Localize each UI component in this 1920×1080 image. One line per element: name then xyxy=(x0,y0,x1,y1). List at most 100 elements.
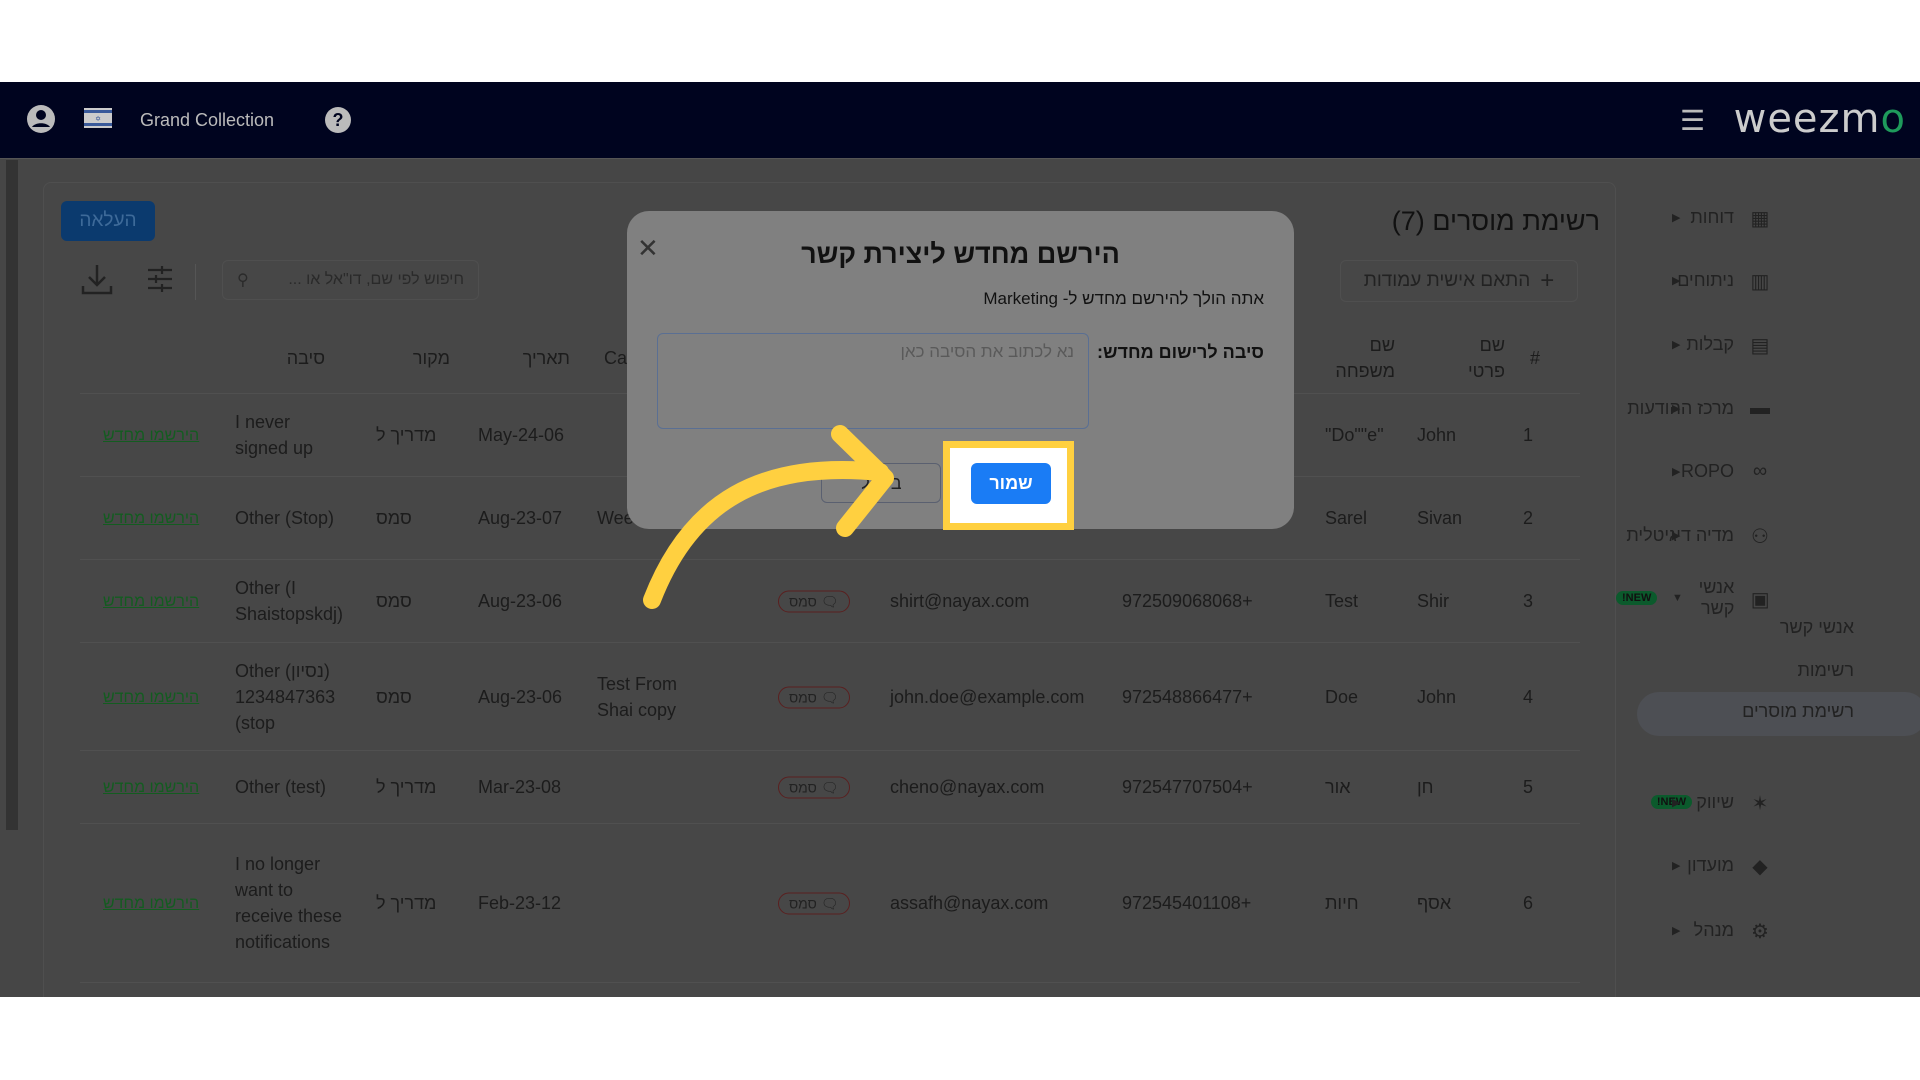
cell-last-wrap: חיות xyxy=(1325,890,1505,916)
gear-icon: ⚙ xyxy=(1751,921,1769,943)
cell-last: "Do""e" xyxy=(1325,425,1384,445)
resubscribe-link[interactable]: הירשמו מחדש xyxy=(103,895,199,912)
header-num[interactable]: # xyxy=(1520,345,1540,371)
customize-columns-button[interactable]: + התאם אישית עמודות xyxy=(1340,260,1578,302)
cell-phone: 972509068068+ xyxy=(1122,591,1253,611)
cell-phone: 972548866477+ xyxy=(1122,686,1253,707)
modal-subtitle: אתה הולך להירשם מחדש ל- Marketing xyxy=(983,289,1264,308)
org-name[interactable]: Grand Collection xyxy=(140,110,274,131)
sidebar-subitem-1[interactable]: רשימות xyxy=(1797,660,1854,681)
header-reason[interactable]: סיבה xyxy=(235,345,325,371)
resubscribe-link[interactable]: הירשמו מחדש xyxy=(103,689,199,706)
save-button[interactable]: שמור xyxy=(971,463,1051,504)
download-icon[interactable] xyxy=(80,262,114,296)
header-source[interactable]: מקור xyxy=(380,345,450,371)
sidebar-item-1[interactable]: ▥ ניתוחים ▶ xyxy=(1616,255,1920,305)
cell-source-wrap: סמס xyxy=(376,505,556,531)
upload-button[interactable]: העלאה xyxy=(61,201,155,241)
sidebar-item-label: מנהל xyxy=(1693,919,1734,940)
weezmo-logo: weezmo xyxy=(1733,96,1906,142)
header-first[interactable]: שם פרטי xyxy=(1445,332,1505,384)
sidebar-item-2[interactable]: ▤ קבלות ▶ xyxy=(1616,319,1920,369)
cell-source-wrap: מדריך ל xyxy=(376,774,556,800)
user-account-icon[interactable] xyxy=(26,104,56,134)
cell-channel-wrap: סמס 🗨︎ xyxy=(778,890,958,917)
svg-text:?: ? xyxy=(333,110,344,130)
caret-right-icon: ▶ xyxy=(1672,859,1681,872)
receipt-icon: ▤ xyxy=(1750,335,1770,357)
cell-source-wrap: סמס xyxy=(376,684,556,710)
party-icon: ✶ xyxy=(1751,793,1769,815)
resubscribe-link[interactable]: הירשמו מחדש xyxy=(103,779,199,796)
caret-right-icon: ▶ xyxy=(1672,924,1681,937)
help-icon[interactable]: ? xyxy=(324,106,352,134)
filter-sliders-icon[interactable] xyxy=(146,264,174,294)
resubscribe-link[interactable]: הירשמו מחדש xyxy=(103,593,199,610)
search-input[interactable]: חיפוש לפי שם, דו"אל או ... ⚲ xyxy=(222,260,479,300)
sidebar-item-label: קבלות xyxy=(1686,333,1734,354)
hamburger-menu-icon[interactable]: ☰ xyxy=(1680,104,1705,137)
cell-source-wrap: מדריך ל xyxy=(376,890,556,916)
cell-action-wrap: הירשמו מחדש xyxy=(103,773,283,801)
modal-title: הירשם מחדש ליצירת קשר xyxy=(801,239,1120,269)
sidebar-item-4[interactable]: ∞ ROPO ▶ xyxy=(1616,446,1920,496)
cell-source: סמס xyxy=(376,508,412,528)
cell-channel-wrap: סמס 🗨︎ xyxy=(778,588,958,615)
page-title: רשימת מוסרים (7) xyxy=(1391,206,1600,236)
cell-last: חיות xyxy=(1325,893,1359,913)
sms-channel-badge: סמס 🗨︎ xyxy=(778,686,850,708)
caret-right-icon: ▶ xyxy=(1672,274,1681,287)
table-row: 3 Shir Test 972509068068+ shirt@nayax.com סמס… xyxy=(80,560,1580,643)
cell-channel-wrap: סמס 🗨︎ xyxy=(778,774,958,801)
infinity-icon: ∞ xyxy=(1752,460,1768,482)
cell-channel-wrap: סמס 🗨︎ xyxy=(778,683,958,710)
sidebar-item-8[interactable]: ◆ מועדון ▶ xyxy=(1616,840,1920,890)
reason-label: סיבה לרישום מחדש: xyxy=(1097,342,1264,362)
header-date[interactable]: תאריך xyxy=(480,345,570,371)
app: ✡ Grand Collection ? ☰ weezmo ▦ דוחות ▶ ▥ ני… xyxy=(0,82,1920,997)
cell-source: סמס xyxy=(376,591,412,611)
cell-action-wrap: הירשמו מחדש xyxy=(103,683,283,711)
cancel-button[interactable]: ביטול xyxy=(821,463,941,503)
resubscribe-link[interactable]: הירשמו מחדש xyxy=(103,427,199,444)
header-last[interactable]: שם משפחה xyxy=(1325,332,1395,384)
cell-source-wrap: מדריך ל xyxy=(376,422,556,448)
resubscribe-link[interactable]: הירשמו מחדש xyxy=(103,510,199,527)
message-icon: ▬ xyxy=(1750,397,1770,419)
sms-channel-badge: סמס 🗨︎ xyxy=(778,776,850,799)
caret-right-icon: ▶ xyxy=(1672,211,1681,224)
cell-source: מדריך ל xyxy=(376,893,437,913)
sidebar-item-label: ניתוחים xyxy=(1677,269,1734,290)
cell-last: אור xyxy=(1325,777,1351,797)
sidebar-item-label: ROPO xyxy=(1680,460,1734,481)
cell-last-wrap: אור xyxy=(1325,774,1505,800)
cell-last-wrap: Test xyxy=(1325,588,1505,614)
sidebar-subitem-2[interactable]: רשימת מוסרים xyxy=(1742,701,1854,722)
sidebar-subitem-0[interactable]: אנשי קשר xyxy=(1780,617,1854,638)
contacts-icon: ▣ xyxy=(1750,589,1770,611)
sms-channel-badge: סמס 🗨︎ xyxy=(778,590,850,613)
cell-phone: 972547707504+ xyxy=(1122,777,1253,797)
sidebar-item-label: מרכז ההודעות xyxy=(1627,397,1734,418)
cell-phone-wrap: 972547707504+ xyxy=(1122,774,1302,800)
customize-columns-label: התאם אישית עמודות xyxy=(1363,270,1531,291)
cell-phone-wrap: 972545401108+ xyxy=(1122,890,1302,916)
cell-last-wrap: "Do""e" xyxy=(1325,422,1505,448)
dashboard-icon: ▦ xyxy=(1750,208,1770,230)
cell-action-wrap: הירשמו מחדש xyxy=(103,504,283,532)
cell-source-wrap: סמס xyxy=(376,588,556,614)
scrollbar[interactable] xyxy=(6,160,18,830)
cell-source: מדריך ל xyxy=(376,777,437,797)
caret-right-icon: ▶ xyxy=(1672,465,1681,478)
cell-source: מדריך ל xyxy=(376,425,437,445)
top-nav: ✡ Grand Collection ? ☰ weezmo xyxy=(0,82,1920,159)
cell-phone-wrap: 972548866477+ xyxy=(1122,684,1302,710)
cell-last: Test xyxy=(1325,591,1359,611)
tutorial-highlight: שמור xyxy=(943,441,1074,530)
sidebar-item-0[interactable]: ▦ דוחות ▶ xyxy=(1616,192,1920,242)
reason-textarea[interactable] xyxy=(657,333,1089,429)
search-placeholder: חיפוש לפי שם, דו"אל או ... xyxy=(288,271,464,288)
caret-right-icon: ▶ xyxy=(1672,402,1681,415)
cell-phone-wrap: 972509068068+ xyxy=(1122,588,1302,614)
israel-flag-icon[interactable]: ✡ xyxy=(84,108,112,128)
